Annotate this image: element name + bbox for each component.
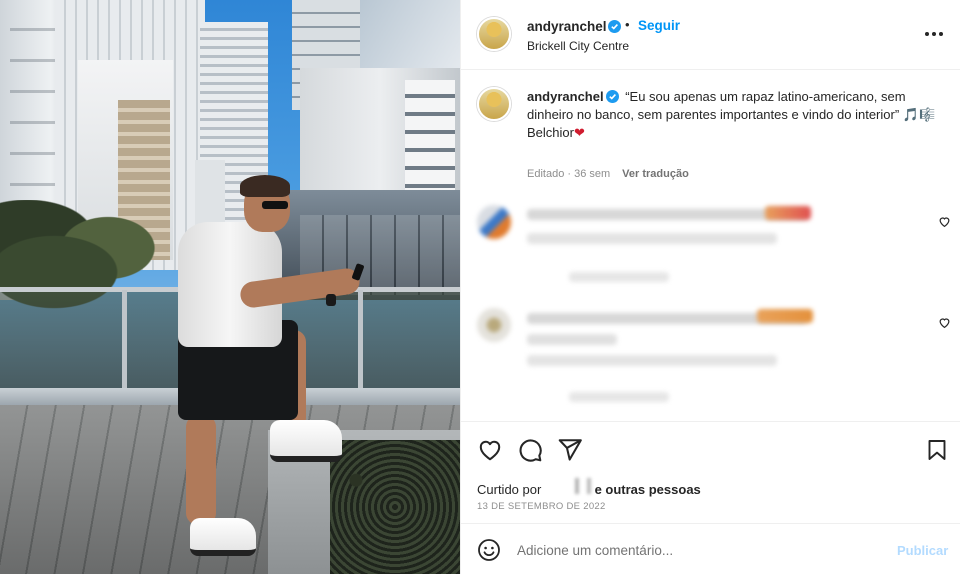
caption: andyranchel “Eu sou apenas um rapaz lati…: [527, 88, 947, 142]
red-heart-emoji: ❤: [573, 125, 585, 140]
edited-time: Editado · 36 sem: [527, 168, 611, 180]
caption-meta: Editado · 36 sem Ver tradução: [527, 168, 689, 180]
post-side-panel: andyranchel • Seguir Brickell City Centr…: [460, 0, 960, 574]
comment-like-heart-icon[interactable]: [938, 316, 951, 329]
username[interactable]: andyranchel: [527, 19, 607, 34]
comment-meta: [569, 272, 669, 282]
avatar[interactable]: [477, 17, 511, 51]
liked-by[interactable]: Curtido por e outras pessoas: [477, 482, 701, 497]
location-link[interactable]: Brickell City Centre: [527, 39, 629, 53]
liked-by-others[interactable]: e outras pessoas: [595, 482, 701, 497]
publish-button[interactable]: Publicar: [897, 543, 948, 558]
sneaker: [190, 518, 256, 556]
post-date[interactable]: 13 DE SETEMBRO DE 2022: [477, 501, 606, 512]
send-icon[interactable]: [557, 437, 583, 463]
add-comment-bar: Publicar: [461, 523, 960, 574]
post-photo[interactable]: [0, 0, 460, 574]
caption-username[interactable]: andyranchel: [527, 89, 604, 104]
comment-icon[interactable]: [517, 437, 543, 463]
post-header: andyranchel • Seguir Brickell City Centr…: [461, 0, 960, 70]
verified-badge-icon: [608, 20, 621, 33]
comment-avatar[interactable]: [477, 308, 511, 342]
music-notes-emoji: 🎵🎼: [902, 107, 936, 122]
comment-avatar[interactable]: [477, 205, 511, 239]
smiley-icon[interactable]: [477, 538, 501, 562]
sneaker: [270, 420, 342, 462]
verified-badge-icon: [605, 90, 619, 103]
caption-signature: Belchior: [527, 125, 574, 140]
instagram-post: andyranchel • Seguir Brickell City Centr…: [0, 0, 960, 574]
bookmark-icon[interactable]: [925, 437, 949, 463]
heart-icon[interactable]: [477, 437, 503, 463]
more-options-icon[interactable]: [925, 32, 943, 36]
comment-meta: [569, 392, 669, 402]
translate-link[interactable]: Ver tradução: [622, 168, 689, 180]
caption-avatar[interactable]: [477, 87, 511, 121]
follow-button[interactable]: Seguir: [638, 18, 680, 33]
comment-input[interactable]: [517, 538, 877, 562]
comment-like-heart-icon[interactable]: [938, 215, 951, 228]
separator-dot: •: [625, 17, 630, 32]
